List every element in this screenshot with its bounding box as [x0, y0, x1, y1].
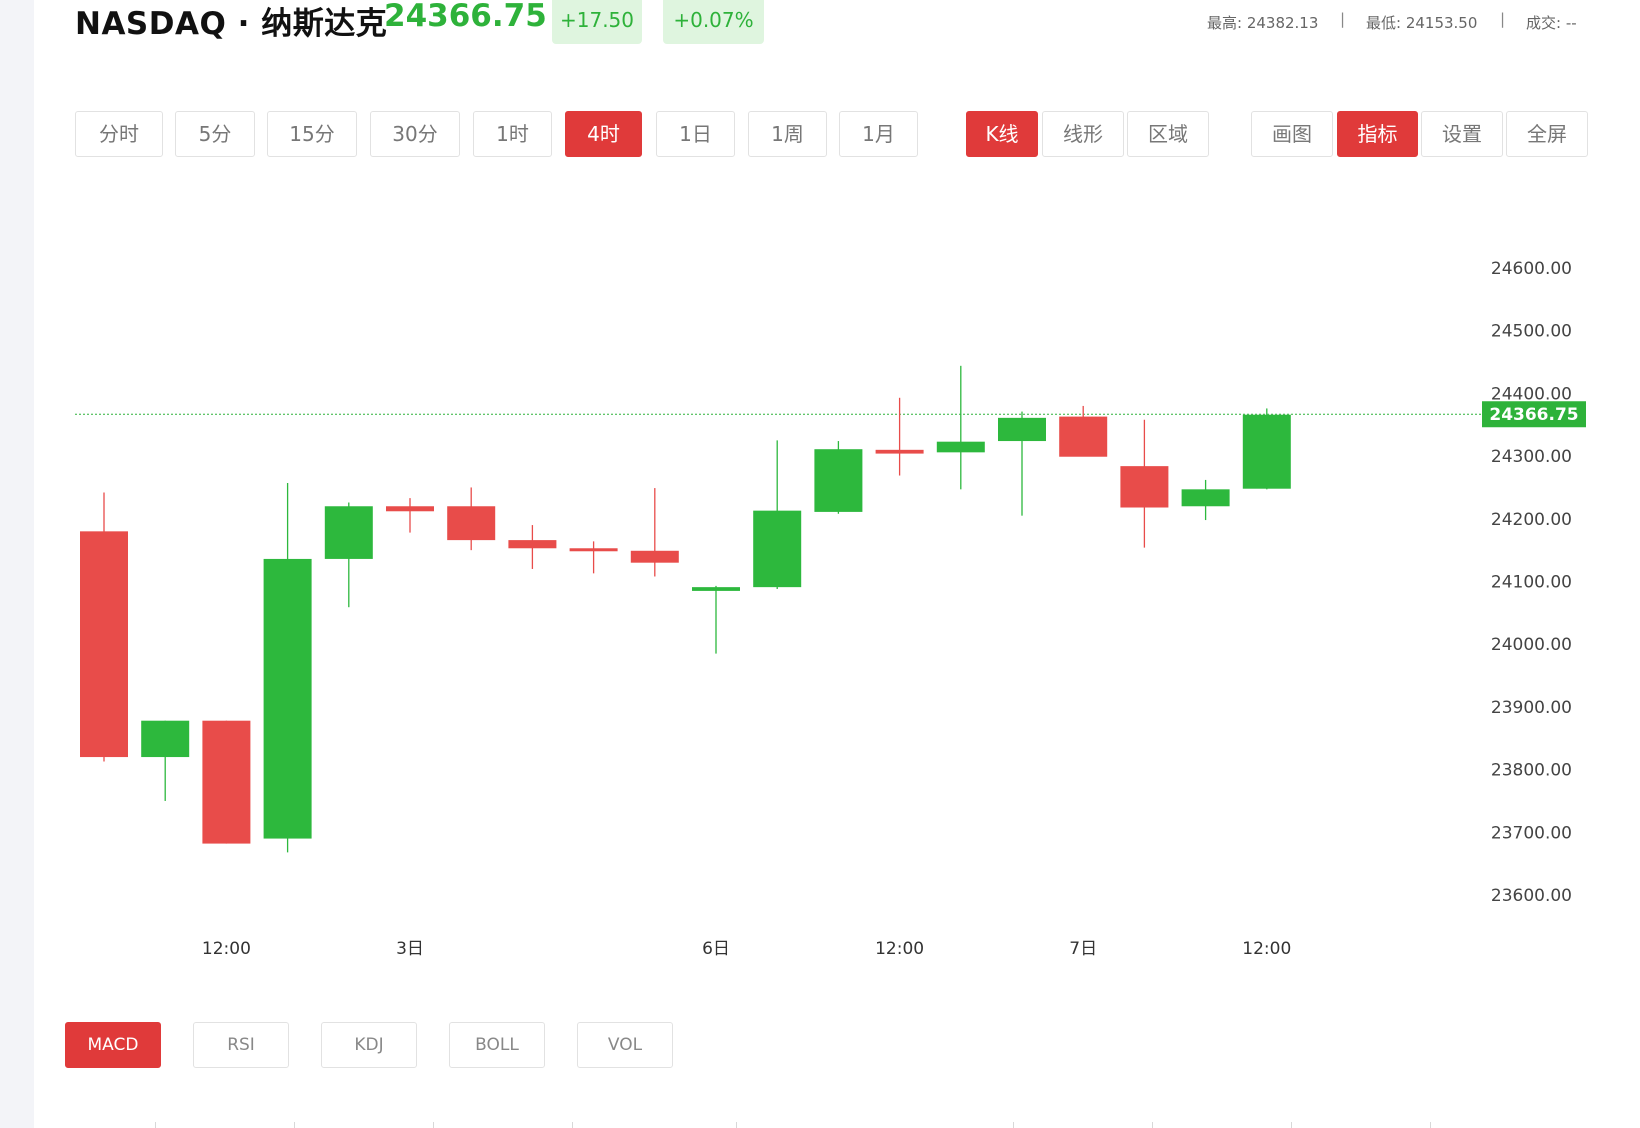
x-tick-label: 12:00	[1242, 939, 1291, 959]
candle	[141, 720, 190, 801]
candle-body	[569, 548, 618, 552]
candle-body	[324, 506, 373, 559]
indicator-boll-button[interactable]: BOLL	[449, 1022, 545, 1068]
candle-body	[630, 550, 679, 563]
bottom-grid-tick	[736, 1122, 737, 1128]
candle	[1059, 405, 1108, 457]
candle-body	[263, 558, 312, 839]
bottom-grid-tick	[1013, 1122, 1014, 1128]
y-tick-label: 23600.00	[1491, 886, 1572, 906]
candle	[1120, 419, 1169, 548]
candle-body	[386, 506, 434, 512]
candle-body	[936, 441, 985, 453]
y-tick-label: 24100.00	[1491, 573, 1572, 593]
indicator-vol-button[interactable]: VOL	[577, 1022, 673, 1068]
candle	[998, 411, 1046, 516]
candle	[692, 585, 740, 654]
candle	[263, 483, 312, 853]
candle-body	[80, 531, 128, 758]
candle	[814, 441, 863, 514]
bottom-grid-tick	[1430, 1122, 1431, 1128]
candle-body	[998, 417, 1046, 442]
candle	[1181, 479, 1230, 521]
bottom-grid-tick	[1291, 1122, 1292, 1128]
indicator-kdj-button[interactable]: KDJ	[321, 1022, 417, 1068]
candle	[936, 365, 985, 490]
candle-body	[1242, 414, 1291, 489]
candle-body	[1120, 466, 1169, 508]
candle	[447, 487, 496, 551]
x-tick-label: 3日	[396, 939, 424, 959]
y-tick-label: 24500.00	[1491, 322, 1572, 342]
y-tick-label: 23700.00	[1491, 823, 1572, 843]
candle	[569, 541, 618, 574]
x-tick-label: 6日	[702, 939, 730, 959]
x-tick-label: 12:00	[202, 939, 251, 959]
y-tick-label: 24000.00	[1491, 635, 1572, 655]
candle	[630, 488, 679, 577]
candle-body	[141, 720, 190, 758]
candle-body	[814, 449, 863, 512]
y-tick-label: 24200.00	[1491, 510, 1572, 530]
candle	[753, 440, 802, 590]
candle-body	[202, 720, 251, 844]
candle-body	[753, 510, 802, 588]
candle	[508, 525, 557, 569]
candle-body	[1059, 416, 1108, 457]
candle	[324, 502, 373, 608]
y-tick-label: 24300.00	[1491, 447, 1572, 467]
candle	[1242, 408, 1291, 490]
y-tick-label: 23800.00	[1491, 761, 1572, 781]
candle-body	[875, 449, 924, 454]
bottom-grid-tick	[1152, 1122, 1153, 1128]
y-tick-label: 23900.00	[1491, 698, 1572, 718]
bottom-grid-tick	[433, 1122, 434, 1128]
bottom-grid-tick	[572, 1122, 573, 1128]
y-tick-label: 24600.00	[1491, 259, 1572, 279]
current-price-tag: 24366.75	[1482, 401, 1586, 428]
candle-body	[1181, 489, 1230, 507]
bottom-grid-tick	[294, 1122, 295, 1128]
candlestick-chart: 24600.0024500.0024400.0024300.0024200.00…	[75, 259, 1586, 959]
indicator-rsi-button[interactable]: RSI	[193, 1022, 289, 1068]
price-tag-label: 24366.75	[1489, 405, 1578, 425]
candle-body	[447, 506, 496, 541]
candle-body	[692, 587, 740, 591]
candle	[386, 498, 434, 533]
x-tick-label: 12:00	[875, 939, 924, 959]
indicator-macd-button[interactable]: MACD	[65, 1022, 161, 1068]
candle	[202, 720, 251, 844]
candle	[875, 397, 924, 476]
candle	[80, 492, 128, 762]
x-tick-label: 7日	[1069, 939, 1097, 959]
candle-body	[508, 540, 557, 549]
bottom-grid-tick	[155, 1122, 156, 1128]
